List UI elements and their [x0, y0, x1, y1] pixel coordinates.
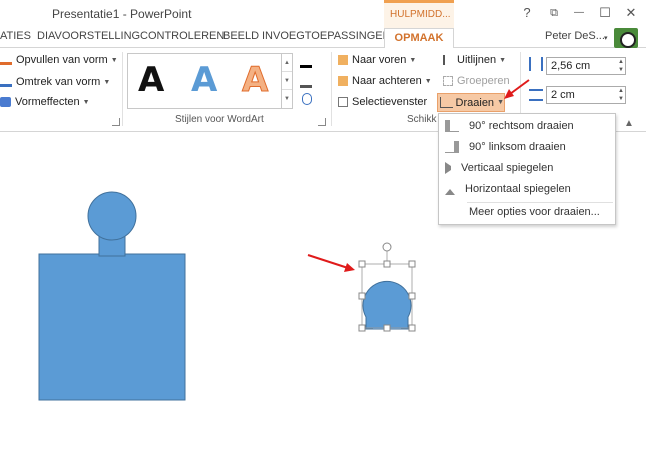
wordart-dialog-launcher-icon[interactable] [318, 118, 326, 126]
rotate-button[interactable]: Draaien ▼ [437, 93, 505, 112]
width-spinner-icon[interactable]: ▲ ▼ [618, 87, 624, 103]
send-backward-button[interactable]: Naar achteren ▼ [338, 75, 432, 87]
ribbon-tabs: ATIES DIAVOORSTELLING CONTROLEREN BEELD … [0, 28, 646, 49]
contextual-tab-group: HULPMIDD... [384, 0, 454, 28]
menu-divider [467, 202, 613, 203]
gallery-more-icon[interactable]: ▼ [282, 90, 292, 108]
shape-width-value: 2 cm [551, 89, 575, 101]
menu-item-label: Verticaal spiegelen [461, 162, 554, 174]
menu-item-rotate-left[interactable]: 90° linksom draaien [439, 137, 615, 157]
shape-fill-label: Opvullen van vorm [16, 54, 108, 66]
tab-controleren[interactable]: CONTROLEREN [140, 30, 224, 42]
gallery-up-icon[interactable]: ▲ [282, 54, 292, 72]
collapse-ribbon-icon[interactable]: ▲ [624, 118, 634, 129]
wordart-style-black[interactable]: A [138, 60, 164, 100]
gallery-down-icon[interactable]: ▼ [282, 72, 292, 90]
rotate-left-icon [445, 141, 459, 153]
shape-effects-label: Vormeffecten [15, 96, 80, 108]
contextual-tab-group-label: HULPMIDD... [390, 9, 451, 20]
shape-effects-icon [0, 97, 11, 107]
shape-fill-button[interactable]: Opvullen van vorm ▼ [0, 54, 118, 66]
shape-height-icon [529, 57, 543, 71]
align-button[interactable]: Uitlijnen ▼ [443, 54, 506, 66]
menu-item-flip-vertical[interactable]: Verticaal spiegelen [439, 158, 615, 178]
flip-vertical-icon [445, 162, 451, 174]
help-button[interactable]: ? [516, 4, 538, 22]
group-label: Groeperen [457, 75, 510, 87]
menu-item-more-rotation-options[interactable]: Meer opties voor draaien... [469, 206, 600, 218]
shape-height-input[interactable]: 2,56 cm ▲ ▼ [546, 57, 626, 75]
paint-bucket-icon [0, 55, 12, 65]
rotate-label: Draaien [455, 96, 495, 109]
rotation-handle-icon[interactable] [382, 242, 392, 252]
bring-forward-label: Naar voren [352, 54, 407, 66]
wordart-group-label: Stijlen voor WordArt [175, 114, 264, 125]
dialog-launcher-icon[interactable] [112, 118, 120, 126]
minimize-button[interactable]: — [568, 4, 590, 22]
large-shape[interactable] [38, 191, 186, 401]
gallery-scrollbar[interactable]: ▲ ▼ ▼ [281, 54, 292, 108]
bring-forward-icon [338, 55, 348, 65]
shape-width-icon [529, 89, 543, 101]
shape-width-input[interactable]: 2 cm ▲ ▼ [546, 86, 626, 104]
selection-pane-label: Selectievenster [352, 96, 428, 108]
wordart-style-blue[interactable]: A [191, 60, 217, 100]
menu-item-label: Horizontaal spiegelen [465, 183, 571, 195]
rotate-right-icon [445, 120, 459, 132]
group-divider [122, 52, 123, 126]
maximize-button[interactable]: ☐ [594, 4, 616, 22]
height-spinner-icon[interactable]: ▲ ▼ [618, 58, 624, 74]
annotation-arrow-icon [307, 254, 355, 272]
menu-item-label: 90° rechtsom draaien [469, 120, 574, 132]
tab-diavoorstelling[interactable]: DIAVOORSTELLING [37, 30, 140, 42]
text-fill-icon[interactable] [300, 50, 312, 68]
tab-invoegtoepassingen[interactable]: INVOEGTOEPASSINGEN [262, 30, 391, 42]
tab-animaties[interactable]: ATIES [0, 30, 31, 42]
wordart-gallery[interactable]: A A A ▲ ▼ ▼ [127, 53, 293, 109]
shape-outline-button[interactable]: Omtrek van vorm ▼ [0, 76, 110, 88]
title-bar: Presentatie1 - PowerPoint HULPMIDD... ? … [0, 0, 646, 28]
close-button[interactable]: ✕ [620, 4, 642, 22]
user-name[interactable]: Peter DeS... [545, 30, 605, 42]
align-icon [443, 55, 453, 65]
flip-horizontal-icon [445, 183, 455, 195]
ribbon-display-options-button[interactable]: ⧉ [543, 4, 565, 22]
group-button[interactable]: Groeperen [443, 75, 510, 87]
selection-pane-icon [338, 97, 348, 107]
tab-opmaak[interactable]: OPMAAK [384, 28, 454, 49]
menu-item-rotate-right[interactable]: 90° rechtsom draaien [439, 116, 615, 136]
window-title: Presentatie1 - PowerPoint [52, 7, 192, 21]
tab-beeld[interactable]: BEELD [223, 30, 259, 42]
text-effects-icon[interactable] [302, 93, 312, 105]
user-dropdown-caret[interactable]: ▾ [604, 34, 608, 42]
rotate-menu: 90° rechtsom draaien 90° linksom draaien… [438, 113, 616, 225]
menu-item-label: 90° linksom draaien [469, 141, 566, 153]
send-backward-label: Naar achteren [352, 75, 422, 87]
selection-pane-button[interactable]: Selectievenster [338, 96, 427, 108]
selected-shape[interactable] [362, 280, 412, 330]
avatar[interactable] [614, 28, 638, 48]
rotate-icon [440, 97, 453, 108]
shape-outline-label: Omtrek van vorm [16, 76, 101, 88]
shape-effects-button[interactable]: Vormeffecten ▼ [0, 96, 90, 108]
shape-height-value: 2,56 cm [551, 60, 591, 72]
group-icon [443, 76, 453, 86]
send-backward-icon [338, 76, 348, 86]
bring-forward-button[interactable]: Naar voren ▼ [338, 54, 416, 66]
text-outline-icon[interactable] [300, 72, 312, 88]
arrange-group-label: Schikk [407, 114, 437, 125]
wordart-style-orange[interactable]: A [241, 60, 268, 101]
group-divider [331, 52, 332, 126]
align-label: Uitlijnen [457, 54, 497, 66]
pencil-icon [0, 77, 12, 87]
menu-item-flip-horizontal[interactable]: Horizontaal spiegelen [439, 179, 615, 199]
